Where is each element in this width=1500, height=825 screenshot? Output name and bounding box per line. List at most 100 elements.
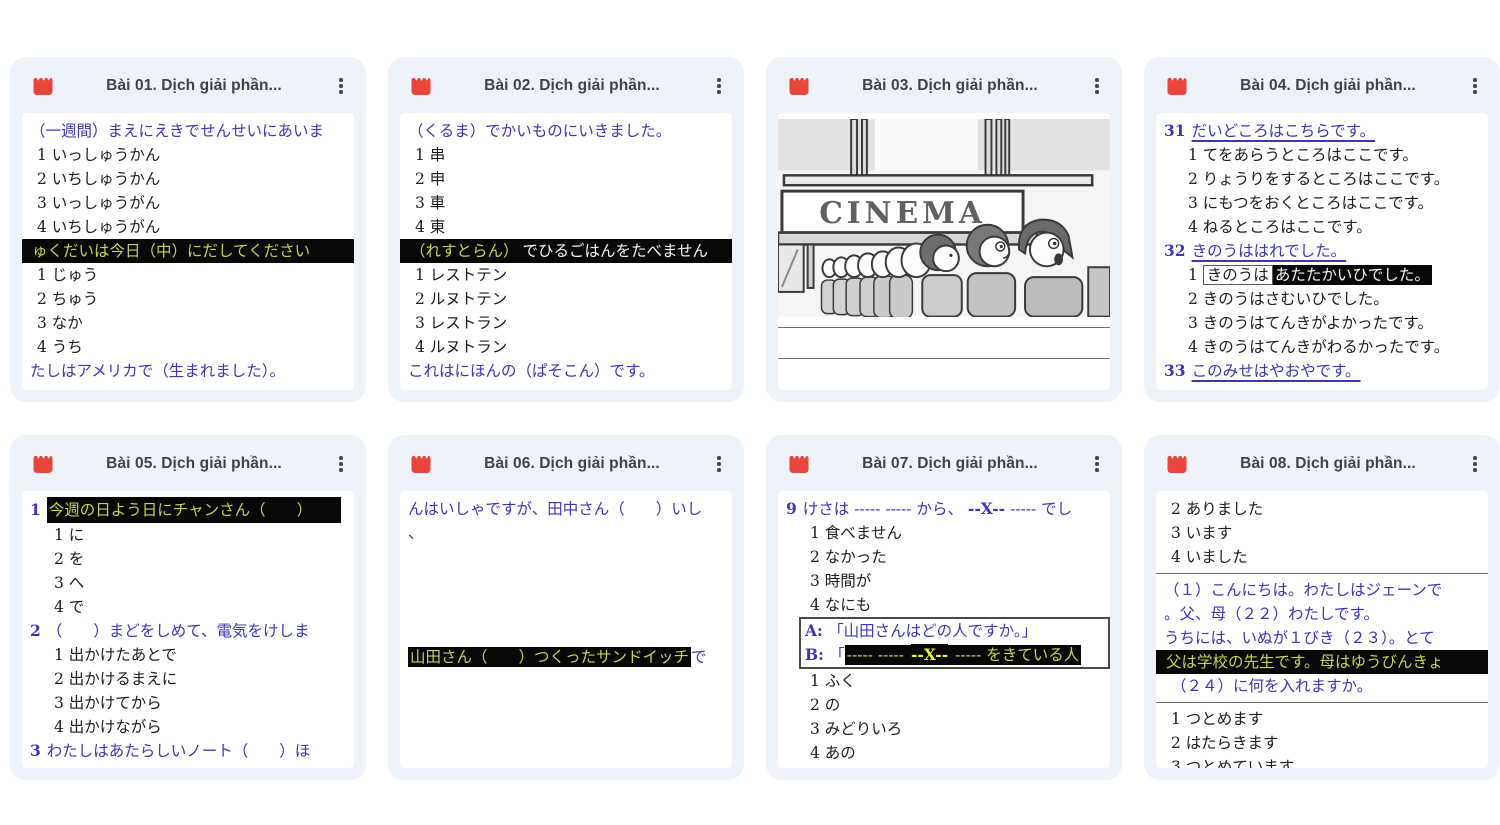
- kebab-menu-icon[interactable]: [1088, 454, 1106, 474]
- thumb-text-line: 1 に: [30, 523, 346, 547]
- thumb-text-line: 2 を: [30, 547, 346, 571]
- video-file-icon: [786, 452, 812, 476]
- text-segment: （ ）まどをしめて、電気をけしま: [47, 622, 310, 640]
- thumb-text-line: （一週間）まえにえきでせんせいにあいま: [30, 119, 346, 143]
- kebab-menu-icon[interactable]: [1088, 76, 1106, 96]
- thumb-text-line: 2 ちゅう: [30, 287, 346, 311]
- thumb-text-line: 1 出かけたあとで: [30, 643, 346, 667]
- thumbnail[interactable]: 2 ありました3 います4 いました（１）こんにちは。わたしはジェーンで。父、母…: [1156, 491, 1488, 768]
- text-segment: ----- -----: [845, 645, 911, 665]
- text-segment: 2 を: [54, 550, 84, 568]
- thumb-text-line: 3 レストラン: [408, 311, 724, 335]
- thumb-text-line: 4 ねるところはここです。: [1164, 215, 1480, 239]
- thumb-text-line: （２４）に何を入れますか。: [1164, 674, 1480, 698]
- thumb-text-line: 4 あの: [786, 741, 1102, 765]
- thumb-text-line: 4 東: [408, 215, 724, 239]
- question-number: 2: [30, 621, 41, 640]
- thumb-text-line: 1 てをあらうところはここです。: [1164, 143, 1480, 167]
- text-segment: 父は学校の先生です。母はゆうびんきょ: [1164, 652, 1445, 672]
- card-title: Bài 02. Dịch giải phần...: [444, 77, 700, 95]
- card-header: Bài 02. Dịch giải phần...: [388, 57, 744, 109]
- thumb-text-line: ゅくだいは今日（中）にだしてください: [22, 239, 354, 263]
- thumb-text-line: 2 きのうはさむいひでした。: [1164, 287, 1480, 311]
- text-segment: 3 きのうはてんきがよかったです。: [1188, 314, 1433, 332]
- thumbnail[interactable]: 9けさは ----- ----- から、 --X-- ----- でし1 食べま…: [778, 491, 1110, 768]
- file-card[interactable]: Bài 01. Dịch giải phần... （一週間）まえにえきでせんせ…: [10, 57, 366, 402]
- thumbnail[interactable]: （くるま）でかいものにいきました。1 串2 申3 車4 東（れすとらん）でひるご…: [400, 113, 732, 390]
- text-segment: けさは ----- ----- から、: [803, 500, 968, 518]
- thumb-text-line: 2 なかった: [786, 545, 1102, 569]
- question-number: 33: [1164, 361, 1186, 380]
- thumbnail[interactable]: CINEMA: [778, 113, 1110, 390]
- text-segment: 4 で: [54, 598, 84, 616]
- thumb-text-line: 2 はたらきます: [1164, 731, 1480, 755]
- file-card[interactable]: Bài 03. Dịch giải phần... CINEMA: [766, 57, 1122, 402]
- text-segment: （一週間）まえにえきでせんせいにあいま: [30, 122, 324, 140]
- thumb-text-line: 1今週の日よう日にチャンさん（ ）: [30, 497, 346, 523]
- text-segment: 1 じゅう: [37, 266, 98, 284]
- thumb-text-line: （くるま）でかいものにいきました。: [408, 119, 724, 143]
- text-segment: ----- をきている人: [948, 645, 1081, 665]
- spacer: [408, 545, 724, 645]
- text-segment: 1 いっしゅうかん: [37, 146, 160, 164]
- card-header: Bài 05. Dịch giải phần...: [10, 435, 366, 487]
- file-card[interactable]: Bài 04. Dịch giải phần... 31だいどころはこちらです。…: [1144, 57, 1500, 402]
- thumbnail[interactable]: んはいしゃですが、田中さん（ ）いし、山田さん（ ）つくったサンドイッチで: [400, 491, 732, 768]
- file-card[interactable]: Bài 02. Dịch giải phần... （くるま）でかいものにいきま…: [388, 57, 744, 402]
- thumb-text-line: 3 へ: [30, 571, 346, 595]
- thumb-text-line: 33このみせはやおやです。: [1164, 359, 1480, 383]
- thumb-text-line: 山田さん（ ）つくったサンドイッチで: [408, 645, 724, 669]
- text-segment: 3 なか: [37, 314, 83, 332]
- text-segment: 「山田さんはどの人ですか。」: [828, 622, 1037, 640]
- kebab-menu-icon[interactable]: [332, 76, 350, 96]
- video-file-icon: [30, 452, 56, 476]
- file-card[interactable]: Bài 08. Dịch giải phần... 2 ありました3 います4 …: [1144, 435, 1500, 780]
- thumb-text-line: 3 みどりいろ: [786, 717, 1102, 741]
- sign-beam: [784, 175, 1092, 185]
- text-segment: ゅくだいは今日（中）にだしてください: [30, 241, 312, 261]
- thumbnail[interactable]: （一週間）まえにえきでせんせいにあいま1 いっしゅうかん2 いちしゅうかん3 い…: [22, 113, 354, 390]
- thumb-text-line: んはいしゃですが、田中さん（ ）いし: [408, 497, 724, 521]
- thumb-text-line: 4 ルヌトラン: [408, 335, 724, 359]
- sign-post-left: [851, 119, 857, 178]
- thumb-text-line: 1 きのうはあたたかいひでした。: [1164, 263, 1480, 287]
- text-segment: 4 出かけながら: [54, 718, 162, 736]
- kebab-menu-icon[interactable]: [1466, 76, 1484, 96]
- text-segment: たしはアメリカで（生まれました）。: [30, 362, 285, 380]
- thumb-text-line: 4 いちしゅうがん: [30, 215, 346, 239]
- kebab-menu-icon[interactable]: [710, 76, 728, 96]
- thumb-text-line: 1 じゅう: [30, 263, 346, 287]
- thumbnail[interactable]: 31だいどころはこちらです。1 てをあらうところはここです。2 りょうりをすると…: [1156, 113, 1488, 390]
- question-number: 3: [30, 741, 41, 760]
- spacer: [786, 317, 1102, 323]
- text-segment: 2 ルヌトテン: [415, 290, 507, 308]
- text-segment: 2 なかった: [810, 548, 887, 566]
- thumb-text-line: 4 なにも: [786, 593, 1102, 617]
- file-card[interactable]: Bài 07. Dịch giải phần... 9けさは ----- ---…: [766, 435, 1122, 780]
- text-segment: 山田さん（ ）つくったサンドイッチ: [408, 647, 691, 667]
- spacer: [408, 669, 724, 764]
- video-file-icon: [1164, 452, 1190, 476]
- text-segment: あたたかいひでした。: [1273, 265, 1432, 285]
- thumb-text-line: 32きのうははれでした。: [1164, 239, 1480, 263]
- kebab-menu-icon[interactable]: [1466, 454, 1484, 474]
- cinema-illustration: CINEMA: [778, 119, 1110, 317]
- text-segment: で: [691, 648, 707, 666]
- rule-line: [1156, 573, 1488, 574]
- kebab-menu-icon[interactable]: [710, 454, 728, 474]
- thumb-text-line: うちには、いぬが１びき（２３）。とて: [1164, 626, 1480, 650]
- text-segment: 1 食べません: [810, 524, 902, 542]
- text-segment: 。父、母（２２）わたしです。: [1164, 605, 1379, 623]
- kebab-menu-icon[interactable]: [332, 454, 350, 474]
- thumbnail[interactable]: 1今週の日よう日にチャンさん（ ）1 に 2 を 3 へ 4 で 2 （ ）まどをしめて、…: [22, 491, 354, 768]
- spacer: [786, 363, 1102, 386]
- text-segment: 2 いちしゅうかん: [37, 170, 160, 188]
- text-segment: 1 ふく: [810, 672, 856, 690]
- file-card[interactable]: Bài 06. Dịch giải phần... んはいしゃですが、田中さん（…: [388, 435, 744, 780]
- spacer: [786, 332, 1102, 354]
- file-card[interactable]: Bài 05. Dịch giải phần... 1今週の日よう日にチャンさん…: [10, 435, 366, 780]
- card-title: Bài 03. Dịch giải phần...: [822, 77, 1078, 95]
- thumb-text-line: 3 にもつをおくところはここです。: [1164, 191, 1480, 215]
- text-segment: 3 います: [1171, 524, 1232, 542]
- thumb-text-line: 4 いました: [1164, 545, 1480, 569]
